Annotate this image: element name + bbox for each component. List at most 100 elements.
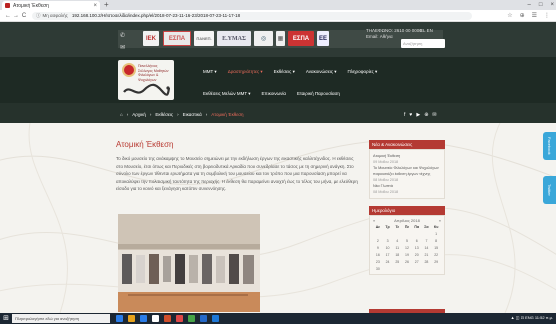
partner-logo-5[interactable]: ◎ bbox=[254, 31, 273, 46]
tab-close-icon[interactable]: × bbox=[93, 3, 97, 9]
taskbar-app-icon[interactable] bbox=[140, 315, 147, 322]
bookmark-star-icon[interactable]: ☆ bbox=[507, 12, 512, 19]
partner-logo-2[interactable]: ΕΣΠΑ bbox=[163, 31, 191, 46]
taskbar-app-icon[interactable] bbox=[152, 315, 159, 322]
taskbar-app-icon[interactable] bbox=[200, 315, 207, 322]
menu-item-mmt[interactable]: ΜΜΤ ▾ bbox=[203, 69, 217, 75]
back-button[interactable]: ← bbox=[4, 13, 12, 19]
reload-button[interactable]: C bbox=[20, 13, 28, 19]
partner-logo-8[interactable]: ΕΕ bbox=[317, 31, 329, 46]
partner-logo-4[interactable]: Ε.ΥΜΑΣ bbox=[217, 31, 251, 46]
calendar-day bbox=[383, 232, 393, 237]
url-text[interactable]: 192.168.100.2/Η/Ιστοσελίδα/index.php/el/… bbox=[72, 13, 240, 18]
taskbar-app-icon[interactable] bbox=[116, 315, 123, 322]
breadcrumb-exhibitions[interactable]: Εκθέσεις bbox=[155, 112, 173, 117]
calendar-day[interactable]: 30 bbox=[373, 267, 383, 272]
site-search-input[interactable]: Αναζήτηση bbox=[401, 39, 445, 48]
calendar-day[interactable]: 13 bbox=[412, 246, 422, 251]
partner-logo-1[interactable]: ΙΕΚ bbox=[143, 31, 159, 46]
heart-icon[interactable]: ♥ bbox=[409, 112, 412, 118]
calendar-day[interactable]: 27 bbox=[412, 260, 422, 265]
taskbar-search[interactable]: Πληκτρολογήστε εδώ για αναζήτηση bbox=[12, 314, 110, 323]
news-widget: Ατομική Έκθεση 09 Μαΐου 2018 Το Μουσείο … bbox=[369, 149, 445, 199]
browser-toolbar-icons: ☆ ⊕ ☰ ⋮ bbox=[507, 12, 550, 19]
calendar-day[interactable]: 2 bbox=[373, 239, 383, 244]
menu-item-presentation[interactable]: Εταιρική Παρουσίαση bbox=[297, 91, 340, 97]
calendar-day[interactable]: 1 bbox=[431, 232, 441, 237]
calendar-day[interactable]: 18 bbox=[392, 253, 402, 258]
breadcrumb-visual-arts[interactable]: Εικαστικά bbox=[183, 112, 202, 117]
calendar-day[interactable]: 7 bbox=[422, 239, 432, 244]
start-button[interactable]: ⊞ bbox=[0, 313, 12, 324]
site-logo[interactable]: Πανελλήνιος Σύλλογος Μαθητών Φιλολόγων &… bbox=[118, 60, 174, 100]
menu-item-member-exhibitions[interactable]: Εκθέσεις Μελών ΜΜΤ ▾ bbox=[203, 91, 251, 97]
facebook-icon[interactable]: f bbox=[404, 112, 405, 118]
calendar-day[interactable]: 10 bbox=[383, 246, 393, 251]
calendar-day[interactable]: 21 bbox=[422, 253, 432, 258]
calendar-next-button[interactable]: » bbox=[439, 218, 441, 223]
mail-icon[interactable]: ✉ bbox=[432, 112, 436, 118]
calendar-day[interactable]: 4 bbox=[392, 239, 402, 244]
calendar-day[interactable]: 22 bbox=[431, 253, 441, 258]
calendar-prev-button[interactable]: « bbox=[373, 218, 375, 223]
maximize-button[interactable]: □ bbox=[539, 0, 543, 10]
calendar-day[interactable]: 19 bbox=[402, 253, 412, 258]
twitter-side-tab[interactable]: Twitter bbox=[543, 176, 556, 204]
calendar-day[interactable]: 8 bbox=[431, 239, 441, 244]
info-icon[interactable]: ⓘ bbox=[36, 13, 41, 19]
reading-list-icon[interactable]: ☰ bbox=[532, 12, 537, 19]
calendar-day bbox=[373, 232, 383, 237]
calendar-day[interactable]: 12 bbox=[402, 246, 412, 251]
calendar-day[interactable]: 20 bbox=[412, 253, 422, 258]
menu-item-activities[interactable]: Δραστηριότητες ▾ bbox=[228, 69, 263, 75]
secondary-menu: Εκθέσεις Μελών ΜΜΤ ▾ Επικοινωνία Εταιρικ… bbox=[203, 91, 340, 97]
calendar-day[interactable]: 15 bbox=[431, 246, 441, 251]
menu-item-exhibitions[interactable]: Εκθέσεις ▾ bbox=[274, 69, 295, 75]
minimize-button[interactable]: – bbox=[528, 0, 531, 10]
partner-logo-3[interactable]: ΠΑΝΕΠ. bbox=[194, 31, 214, 46]
partner-logo-6[interactable]: ▦ bbox=[276, 31, 285, 46]
taskbar-app-icon[interactable] bbox=[212, 315, 219, 322]
address-bar[interactable]: ⓘ Μη ασφαλής 192.168.100.2/Η/Ιστοσελίδα/… bbox=[32, 11, 472, 20]
calendar-widget: « Απρίλιος 2018 » Δε Τρ Τε Πε Πα Σα Κυ 1 2 3 4 5 6 7 8… bbox=[369, 215, 445, 275]
forward-button[interactable]: → bbox=[12, 13, 20, 19]
menu-item-info[interactable]: Πληροφορίες ▾ bbox=[348, 69, 378, 75]
language-switcher[interactable]: EL EN bbox=[420, 28, 433, 33]
breadcrumb-separator: › bbox=[177, 112, 179, 117]
globe-icon[interactable]: ⊕ bbox=[424, 112, 428, 118]
calendar-day[interactable]: 29 bbox=[431, 260, 441, 265]
taskbar-app-icon[interactable] bbox=[188, 315, 195, 322]
extension-icon[interactable]: ⊕ bbox=[520, 12, 525, 19]
breadcrumb-home[interactable]: Αρχική bbox=[132, 112, 146, 117]
calendar-day[interactable]: 26 bbox=[402, 260, 412, 265]
news-item-title[interactable]: Το Μουσείο Φιλολόγων και Ψυχολόγων παρου… bbox=[373, 165, 441, 177]
calendar-day[interactable]: 25 bbox=[392, 260, 402, 265]
calendar-day[interactable]: 16 bbox=[373, 253, 383, 258]
youtube-icon[interactable]: ▶ bbox=[416, 112, 420, 118]
browser-tab[interactable]: Ατομική Έκθεση × bbox=[2, 1, 100, 10]
calendar-day[interactable]: 5 bbox=[402, 239, 412, 244]
calendar-day[interactable]: 23 bbox=[373, 260, 383, 265]
new-tab-button[interactable]: + bbox=[104, 0, 109, 10]
taskbar-app-icon[interactable] bbox=[128, 315, 135, 322]
system-tray[interactable]: ▲ ◫ ⊡ ENG 11:52 π.μ. bbox=[511, 315, 553, 320]
taskbar-app-icon[interactable] bbox=[164, 315, 171, 322]
partner-logo-7[interactable]: ΕΣΠΑ bbox=[288, 31, 314, 46]
menu-item-announcements[interactable]: Ανακοινώσεις ▾ bbox=[306, 69, 337, 75]
calendar-day[interactable]: 17 bbox=[383, 253, 393, 258]
news-widget-title: Νέα & Ανακοινώσεις bbox=[369, 140, 445, 149]
close-window-button[interactable]: × bbox=[550, 0, 554, 10]
calendar-day[interactable]: 11 bbox=[392, 246, 402, 251]
calendar-day[interactable]: 28 bbox=[422, 260, 432, 265]
exhibition-photo[interactable] bbox=[118, 214, 260, 312]
calendar-day[interactable]: 3 bbox=[383, 239, 393, 244]
calendar-day[interactable]: 14 bbox=[422, 246, 432, 251]
calendar-day[interactable]: 6 bbox=[412, 239, 422, 244]
home-icon[interactable]: ⌂ bbox=[120, 112, 123, 117]
taskbar-app-icon[interactable] bbox=[176, 315, 183, 322]
menu-item-contact[interactable]: Επικοινωνία bbox=[262, 91, 286, 97]
browser-menu-icon[interactable]: ⋮ bbox=[544, 12, 550, 19]
calendar-day[interactable]: 9 bbox=[373, 246, 383, 251]
facebook-side-tab[interactable]: Facebook bbox=[543, 132, 556, 160]
calendar-day[interactable]: 24 bbox=[383, 260, 393, 265]
